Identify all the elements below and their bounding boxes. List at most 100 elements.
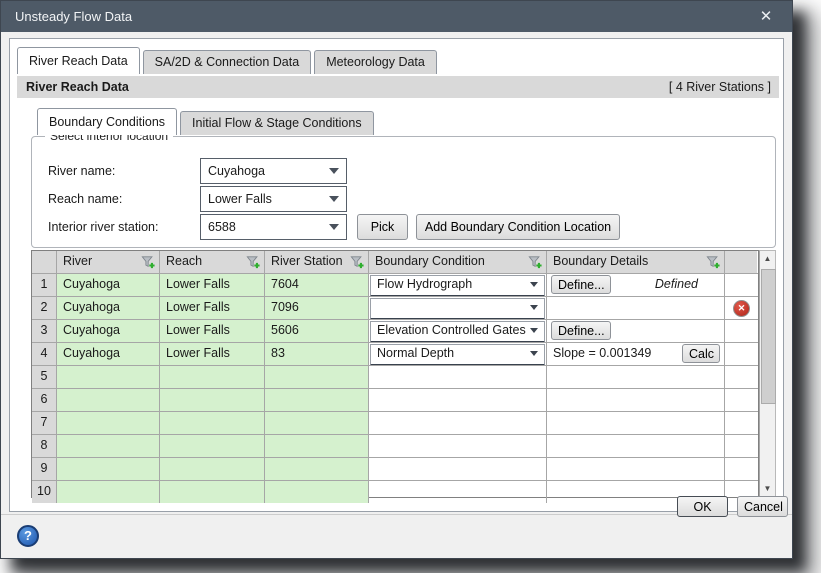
filter-add-icon[interactable] — [706, 255, 720, 269]
boundary-details-cell: Define... Defined — [547, 274, 725, 296]
boundary-condition-cell — [369, 297, 547, 319]
boundary-condition-select[interactable]: Elevation Controlled Gates — [370, 321, 545, 342]
boundary-condition-cell[interactable] — [369, 389, 547, 411]
boundary-condition-cell: Flow Hydrograph — [369, 274, 547, 296]
define-button[interactable]: Define... — [551, 321, 611, 340]
calc-button[interactable]: Calc — [682, 344, 720, 363]
reach-cell[interactable] — [160, 458, 265, 480]
river-station-cell[interactable] — [265, 412, 369, 434]
river-station-cell[interactable]: 7604 — [265, 274, 369, 296]
tab-sa2d-connection-data[interactable]: SA/2D & Connection Data — [142, 50, 312, 74]
boundary-condition-cell[interactable] — [369, 412, 547, 434]
river-cell[interactable]: Cuyahoga — [57, 343, 160, 365]
boundary-condition-cell[interactable] — [369, 458, 547, 480]
filter-add-icon[interactable] — [528, 255, 542, 269]
row-number: 7 — [32, 412, 57, 434]
title-bar[interactable]: Unsteady Flow Data ✕ — [1, 1, 792, 32]
chevron-down-icon — [530, 328, 538, 333]
tab-river-reach-data[interactable]: River Reach Data — [17, 47, 140, 74]
boundary-condition-select[interactable] — [370, 298, 545, 319]
river-cell[interactable] — [57, 366, 160, 388]
river-cell[interactable] — [57, 458, 160, 480]
row-number: 6 — [32, 389, 57, 411]
river-station-cell[interactable]: 5606 — [265, 320, 369, 342]
river-station-cell[interactable] — [265, 389, 369, 411]
reach-cell[interactable]: Lower Falls — [160, 320, 265, 342]
filter-add-icon[interactable] — [246, 255, 260, 269]
river-cell[interactable] — [57, 481, 160, 503]
chevron-down-icon — [530, 282, 538, 287]
reach-cell[interactable]: Lower Falls — [160, 343, 265, 365]
river-station-cell[interactable] — [265, 458, 369, 480]
main-panel: River Reach Data SA/2D & Connection Data M… — [9, 38, 784, 512]
filter-add-icon[interactable] — [141, 255, 155, 269]
river-cell[interactable] — [57, 435, 160, 457]
table-row: 3 Cuyahoga Lower Falls 5606 Elevation Co… — [32, 320, 758, 343]
river-cell[interactable] — [57, 412, 160, 434]
river-station-cell[interactable]: 83 — [265, 343, 369, 365]
river-station-cell[interactable] — [265, 481, 369, 503]
col-header-river-station[interactable]: River Station — [265, 251, 369, 273]
col-header-boundary-condition[interactable]: Boundary Condition — [369, 251, 547, 273]
boundary-condition-cell: Normal Depth — [369, 343, 547, 365]
reach-name-value: Lower Falls — [208, 192, 272, 206]
reach-cell[interactable] — [160, 412, 265, 434]
interior-river-station-select[interactable]: 6588 — [200, 214, 347, 240]
boundary-details-cell — [547, 366, 725, 388]
river-cell[interactable]: Cuyahoga — [57, 274, 160, 296]
table-scrollbar[interactable]: ▲ ▼ — [759, 250, 776, 498]
footer-bar: ? — [1, 514, 792, 558]
table-row: 8 — [32, 435, 758, 458]
reach-cell[interactable] — [160, 366, 265, 388]
reach-cell[interactable]: Lower Falls — [160, 297, 265, 319]
add-boundary-condition-location-button[interactable]: Add Boundary Condition Location — [416, 214, 620, 240]
chevron-down-icon — [329, 224, 339, 230]
cancel-button[interactable]: Cancel — [737, 496, 788, 517]
river-cell[interactable]: Cuyahoga — [57, 297, 160, 319]
boundary-condition-select[interactable]: Normal Depth — [370, 344, 545, 365]
river-station-cell[interactable] — [265, 366, 369, 388]
pick-button[interactable]: Pick — [357, 214, 408, 240]
tab-boundary-conditions[interactable]: Boundary Conditions — [37, 108, 178, 135]
table-row: 7 — [32, 412, 758, 435]
boundary-condition-cell[interactable] — [369, 481, 547, 503]
reach-name-select[interactable]: Lower Falls — [200, 186, 347, 212]
table-row: 2 Cuyahoga Lower Falls 7096 ✕ — [32, 297, 758, 320]
close-icon[interactable]: ✕ — [750, 1, 782, 32]
flag-cell — [725, 366, 757, 388]
boundary-condition-cell[interactable] — [369, 435, 547, 457]
ok-button[interactable]: OK — [677, 496, 728, 517]
scroll-up-icon[interactable]: ▲ — [760, 251, 775, 267]
flag-cell — [725, 435, 757, 457]
river-name-value: Cuyahoga — [208, 164, 265, 178]
filter-add-icon[interactable] — [350, 255, 364, 269]
river-station-cell[interactable] — [265, 435, 369, 457]
river-cell[interactable]: Cuyahoga — [57, 320, 160, 342]
reach-cell[interactable] — [160, 481, 265, 503]
scroll-down-icon[interactable]: ▼ — [760, 481, 775, 497]
table-header-row: River Reach River Station Boundary Condi… — [32, 251, 758, 274]
boundary-condition-cell[interactable] — [369, 366, 547, 388]
tab-initial-flow-stage-conditions[interactable]: Initial Flow & Stage Conditions — [180, 111, 374, 135]
reach-name-label: Reach name: — [48, 192, 123, 206]
boundary-condition-select[interactable]: Flow Hydrograph — [370, 275, 545, 296]
scrollbar-thumb[interactable] — [761, 269, 776, 404]
question-circle-icon[interactable]: ? — [17, 525, 39, 547]
flag-cell — [725, 343, 757, 365]
row-number: 1 — [32, 274, 57, 296]
flag-cell — [725, 389, 757, 411]
define-button[interactable]: Define... — [551, 275, 611, 294]
reach-cell[interactable]: Lower Falls — [160, 274, 265, 296]
boundary-details-cell — [547, 412, 725, 434]
river-name-select[interactable]: Cuyahoga — [200, 158, 347, 184]
chevron-down-icon — [329, 196, 339, 202]
flag-cell — [725, 274, 757, 296]
col-header-reach[interactable]: Reach — [160, 251, 265, 273]
tab-meteorology-data[interactable]: Meteorology Data — [314, 50, 437, 74]
col-header-boundary-details[interactable]: Boundary Details — [547, 251, 725, 273]
reach-cell[interactable] — [160, 389, 265, 411]
reach-cell[interactable] — [160, 435, 265, 457]
col-header-river[interactable]: River — [57, 251, 160, 273]
river-cell[interactable] — [57, 389, 160, 411]
river-station-cell[interactable]: 7096 — [265, 297, 369, 319]
